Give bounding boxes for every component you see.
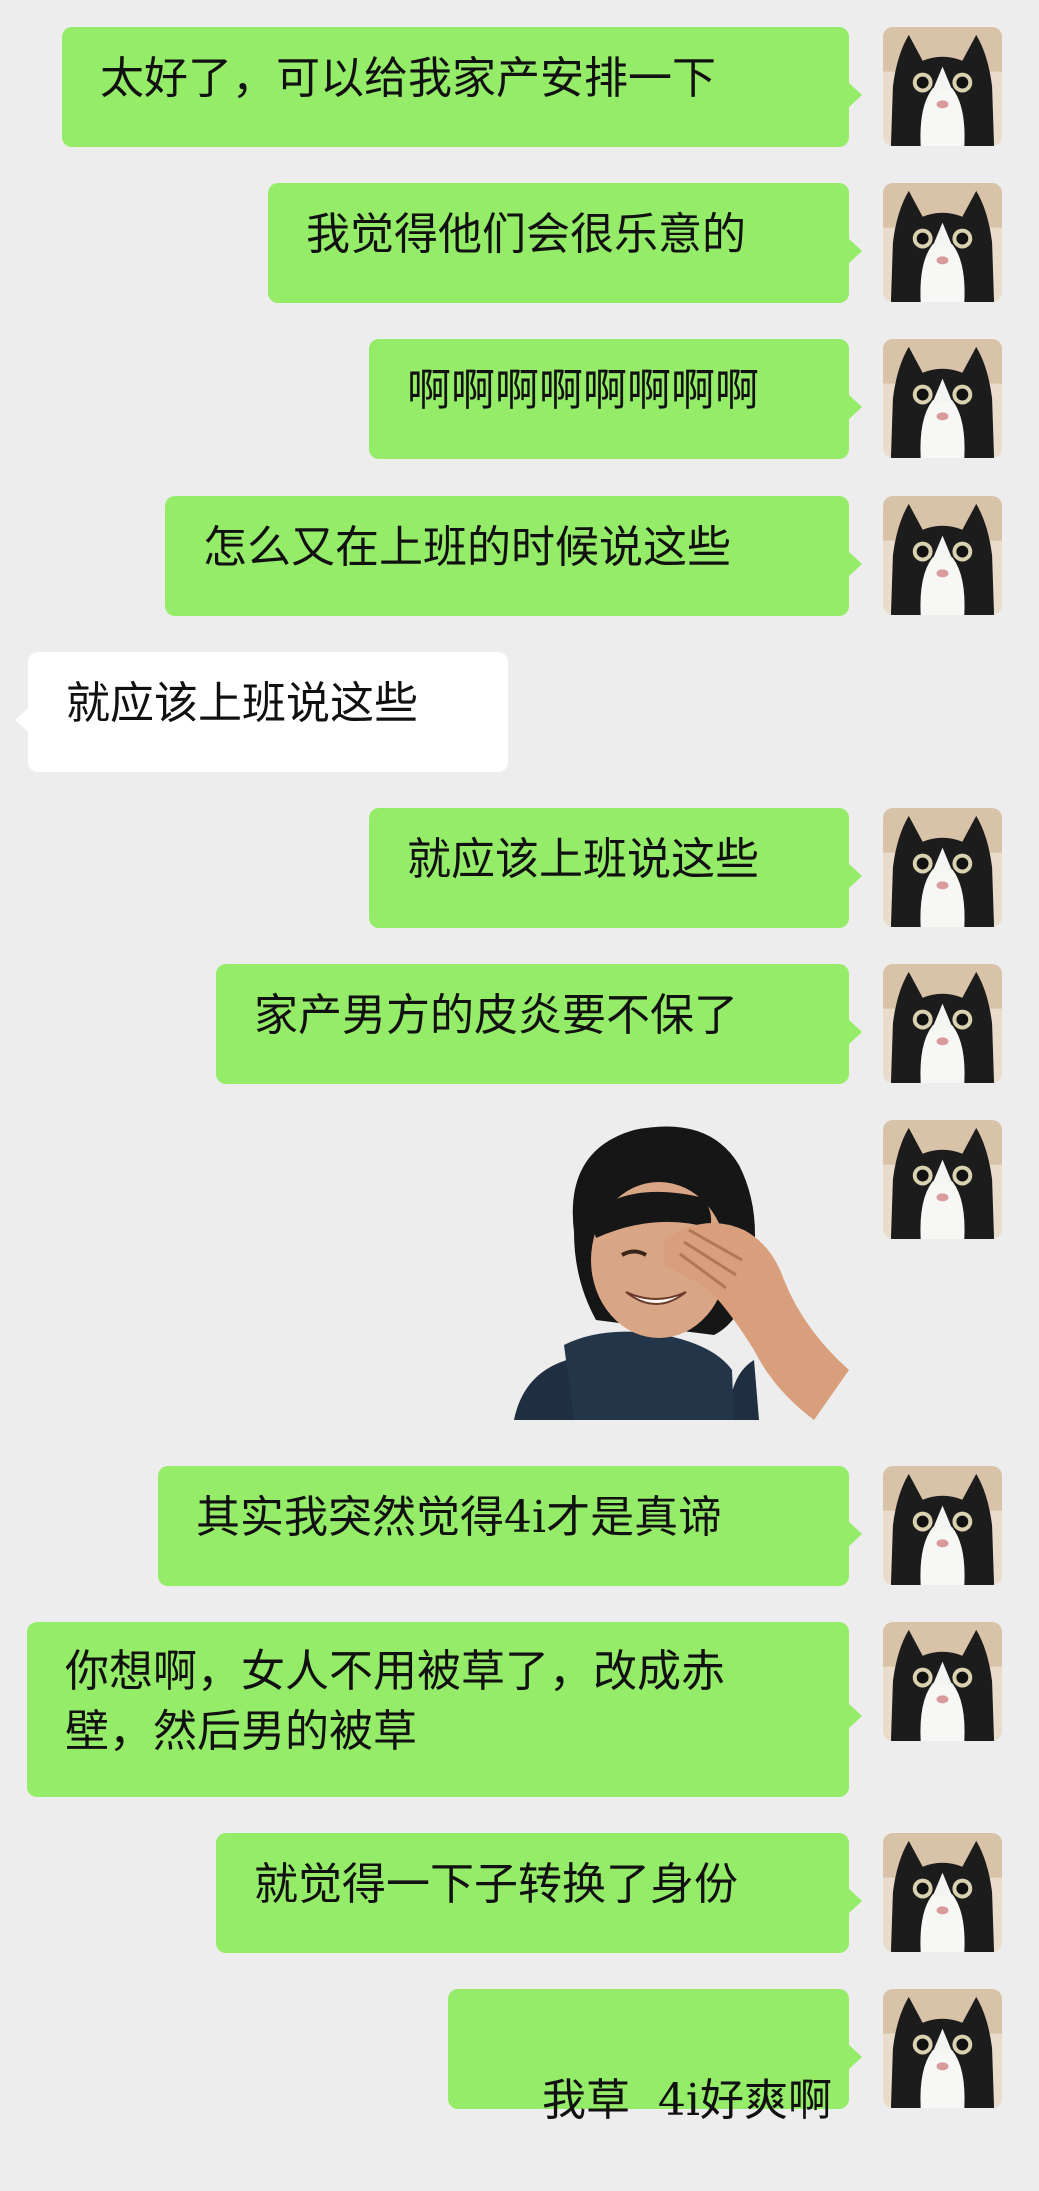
message-text: 啊啊啊啊啊啊啊啊 xyxy=(407,365,759,416)
message-text: 就觉得一下子转换了身份 xyxy=(254,1859,738,1910)
cat-avatar-icon[interactable] xyxy=(883,1466,1002,1585)
message-text: 其实我突然觉得4i才是真谛 xyxy=(196,1492,723,1543)
message-text: 太好了，可以给我家产安排一下 xyxy=(100,53,716,104)
cat-avatar-icon[interactable] xyxy=(883,496,1002,615)
message-text: 就应该上班说这些 xyxy=(407,834,759,885)
message-bubble[interactable]: 其实我突然觉得4i才是真谛 xyxy=(158,1466,862,1586)
message-bubble[interactable]: 我草 4i好爽啊 xyxy=(448,1989,862,2126)
cat-avatar-icon[interactable] xyxy=(883,808,1002,927)
cat-avatar-icon[interactable] xyxy=(883,183,1002,302)
message-bubble[interactable]: 啊啊啊啊啊啊啊啊 xyxy=(369,339,862,459)
message-text: 家产男方的皮炎要不保了 xyxy=(254,990,738,1041)
message-bubble[interactable]: 就应该上班说这些 xyxy=(369,808,862,928)
message-text: 怎么又在上班的时候说这些 xyxy=(203,522,731,573)
message-bubble[interactable]: 太好了，可以给我家产安排一下 xyxy=(62,27,862,147)
cat-avatar-icon[interactable] xyxy=(883,27,1002,146)
message-bubble[interactable]: 家产男方的皮炎要不保了 xyxy=(216,964,862,1084)
facepalm-laughing-person-sticker[interactable] xyxy=(504,1120,849,1428)
message-bubble[interactable]: 就应该上班说这些 xyxy=(15,652,508,772)
cat-avatar-icon[interactable] xyxy=(883,1622,1002,1741)
message-text: 我觉得他们会很乐意的 xyxy=(306,209,746,260)
cat-avatar-icon[interactable] xyxy=(883,964,1002,1083)
message-bubble[interactable]: 就觉得一下子转换了身份 xyxy=(216,1833,862,1953)
cat-avatar-icon[interactable] xyxy=(883,1989,1002,2108)
cat-avatar-icon[interactable] xyxy=(883,1833,1002,1952)
cat-avatar-icon[interactable] xyxy=(883,1120,1002,1239)
message-bubble[interactable]: 我觉得他们会很乐意的 xyxy=(268,183,862,303)
message-bubble[interactable]: 怎么又在上班的时候说这些 xyxy=(165,496,862,616)
message-text: 你想啊，女人不用被草了，改成赤壁，然后男的被草 xyxy=(65,1646,725,1757)
message-text: 我草 4i好爽啊 xyxy=(541,2075,832,2126)
message-bubble[interactable]: 你想啊，女人不用被草了，改成赤壁，然后男的被草 xyxy=(27,1622,862,1797)
message-text: 就应该上班说这些 xyxy=(66,678,418,729)
cat-avatar-icon[interactable] xyxy=(883,339,1002,458)
